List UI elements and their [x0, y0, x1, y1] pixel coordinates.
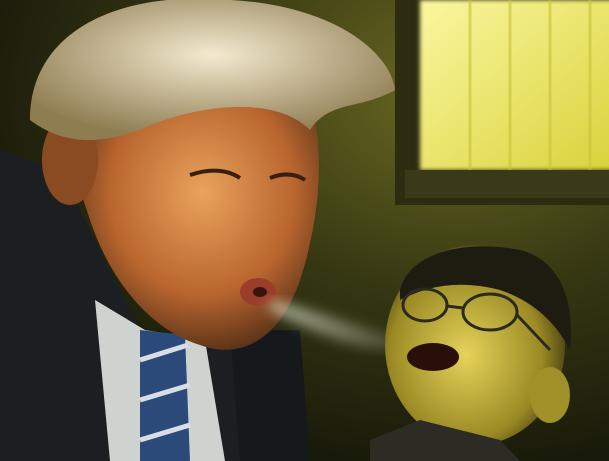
glowing-window [395, 0, 609, 205]
photo-illustration [0, 0, 609, 461]
open-mouth [407, 343, 459, 371]
boy-ear [530, 367, 570, 423]
photo-scene [0, 0, 609, 461]
